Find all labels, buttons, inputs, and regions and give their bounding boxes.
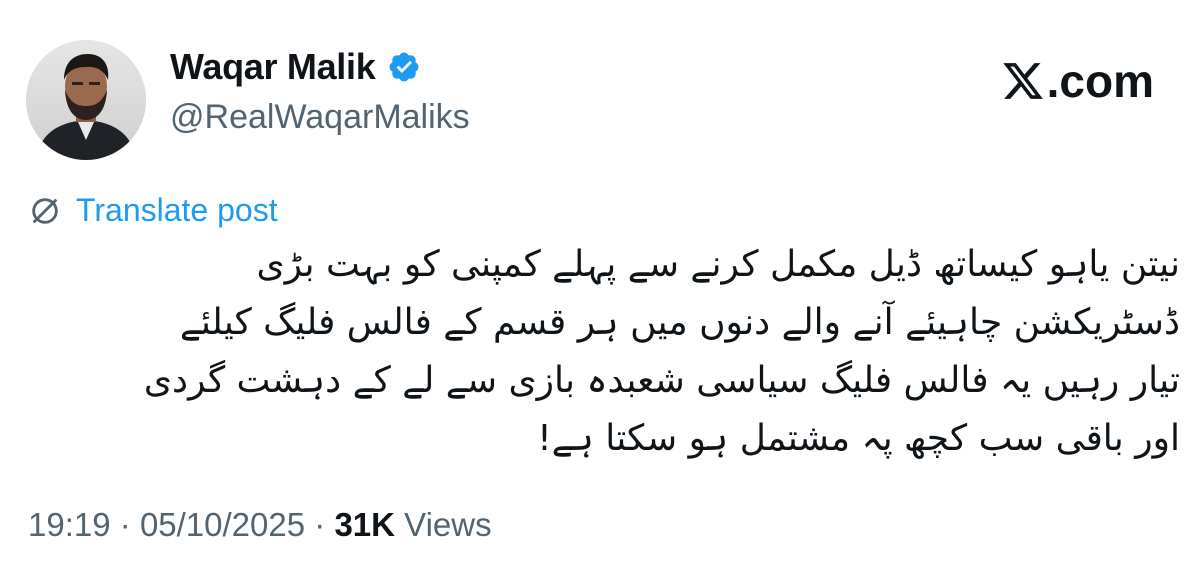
meta-separator: · (119, 506, 131, 543)
globe-icon (32, 197, 58, 224)
brand-watermark: .com (1001, 54, 1154, 108)
tweet-text: نیتن یاہو کیساتھ ڈیل مکمل کرنے سے پہلے ک… (143, 244, 1180, 459)
translate-post-link[interactable]: Translate post (28, 192, 278, 229)
brand-label: .com (1046, 55, 1154, 107)
avatar-photo (26, 40, 146, 160)
views-label: Views (404, 506, 492, 543)
meta-separator: · (314, 506, 326, 543)
tweet-time[interactable]: 19:19 (28, 506, 111, 543)
tweet-date[interactable]: 05/10/2025 (140, 506, 305, 543)
views-count[interactable]: 31K (334, 506, 395, 543)
author-handle[interactable]: @RealWaqarMaliks (170, 98, 470, 137)
translate-post-label[interactable]: Translate post (76, 192, 278, 229)
verified-badge-icon (389, 52, 419, 82)
x-logo-icon (1002, 63, 1043, 99)
author-display-name[interactable]: Waqar Malik (170, 46, 376, 88)
tweet-meta: 19:19 · 05/10/2025 · 31K Views (28, 506, 492, 544)
avatar[interactable] (26, 40, 146, 160)
tweet-card: Waqar Malik @RealWaqarMaliks .com Transl… (0, 0, 1200, 573)
author-name-row[interactable]: Waqar Malik (170, 46, 421, 88)
